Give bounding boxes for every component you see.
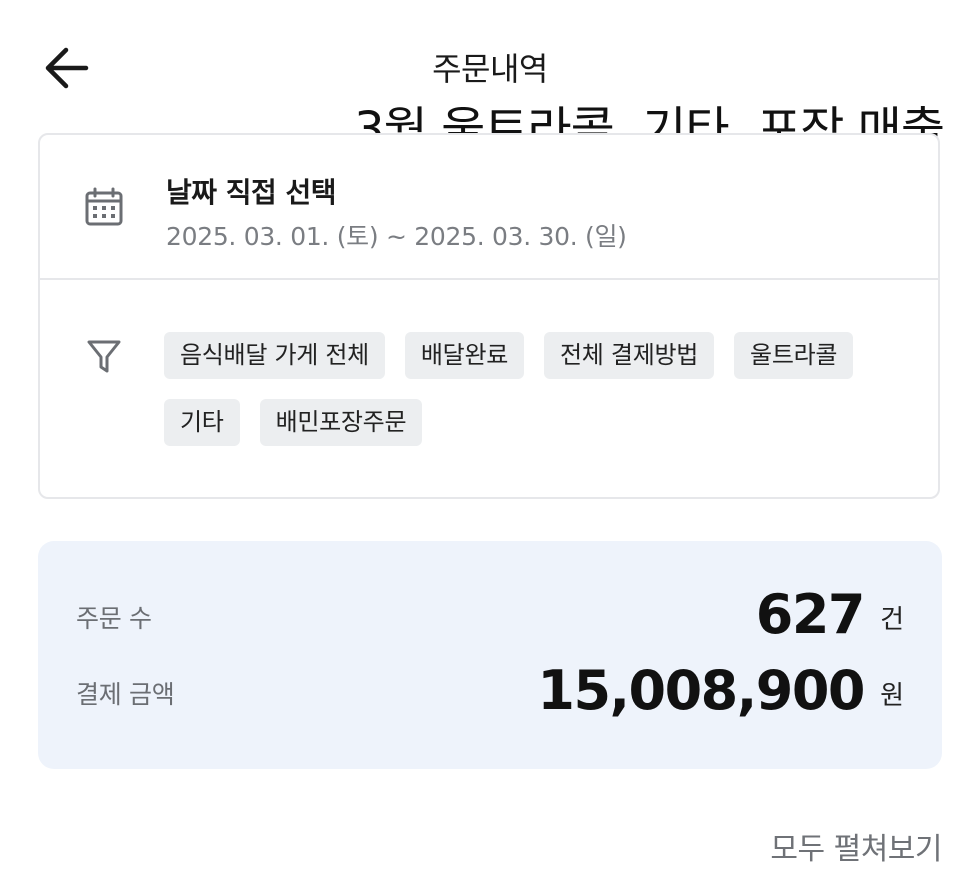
payment-amount-unit: 원 bbox=[880, 681, 904, 711]
order-count-value: 627 bbox=[755, 583, 866, 646]
filter-chip-list: 음식배달 가게 전체 배달완료 전체 결제방법 울트라콜 기타 배민포장주문 bbox=[164, 332, 884, 446]
calendar-icon bbox=[85, 187, 123, 226]
summary-card: 주문 수 627 건 결제 금액 15,008,900 원 bbox=[38, 541, 942, 769]
filter-chip[interactable]: 울트라콜 bbox=[734, 332, 854, 379]
payment-amount-label: 결제 금액 bbox=[76, 680, 175, 709]
date-range-text: 2025. 03. 01. (토) ~ 2025. 03. 30. (일) bbox=[166, 222, 627, 251]
filter-chip[interactable]: 배달완료 bbox=[404, 332, 525, 379]
filter-chip[interactable]: 전체 결제방법 bbox=[544, 332, 715, 379]
page-title: 주문내역 bbox=[432, 50, 548, 88]
filter-card: 날짜 직접 선택 2025. 03. 01. (토) ~ 2025. 03. 3… bbox=[38, 133, 940, 499]
filter-chip[interactable]: 배민포장주문 bbox=[259, 399, 423, 446]
date-filter-row[interactable]: 날짜 직접 선택 2025. 03. 01. (토) ~ 2025. 03. 3… bbox=[40, 135, 938, 280]
filter-chip-area: 음식배달 가게 전체 배달완료 전체 결제방법 울트라콜 기타 배민포장주문 bbox=[40, 280, 938, 499]
order-count-unit: 건 bbox=[880, 605, 904, 635]
date-filter-title: 날짜 직접 선택 bbox=[166, 176, 337, 209]
filter-icon bbox=[87, 340, 121, 373]
filter-chip[interactable]: 기타 bbox=[164, 399, 240, 446]
expand-all-button[interactable]: 모두 펼쳐보기 bbox=[770, 824, 942, 868]
payment-amount-value: 15,008,900 bbox=[537, 659, 865, 722]
filter-chip[interactable]: 음식배달 가게 전체 bbox=[164, 332, 385, 379]
order-count-label: 주문 수 bbox=[76, 604, 152, 633]
